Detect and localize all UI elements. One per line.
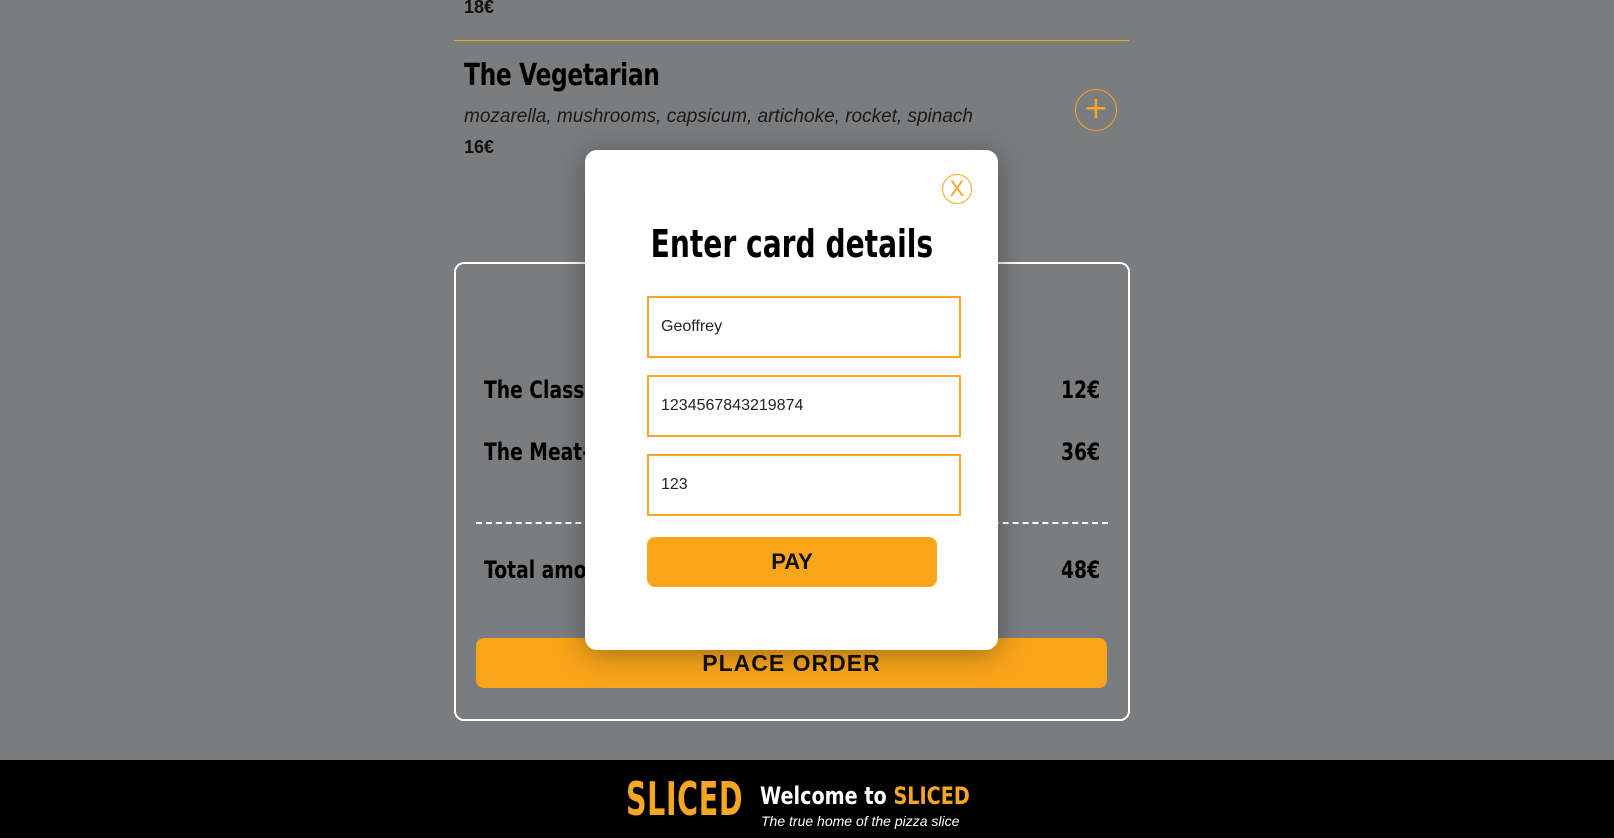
card-details-modal: X Enter card details PAY: [585, 150, 998, 650]
footer-welcome: Welcome to SLICED: [760, 782, 1022, 810]
add-to-order-button[interactable]: +: [1075, 89, 1117, 131]
pay-button[interactable]: PAY: [647, 537, 937, 587]
menu-divider: [454, 40, 1129, 41]
order-total-value: 48€: [1060, 556, 1100, 584]
card-number-input[interactable]: [647, 375, 961, 437]
footer: SLICED Welcome to SLICED The true home o…: [0, 760, 1614, 838]
page: 18€ The Vegetarian mozarella, mushrooms,…: [0, 0, 1614, 838]
plus-icon: +: [1083, 91, 1109, 126]
modal-title: Enter card details: [650, 222, 933, 266]
order-row-price: 36€: [1060, 438, 1100, 466]
previous-item-price: 18€: [464, 0, 495, 17]
menu-item-price: 16€: [464, 137, 495, 157]
order-total-label: Total amou: [484, 556, 600, 584]
cardholder-name-input[interactable]: [647, 296, 961, 358]
cvv-input[interactable]: [647, 454, 961, 516]
menu-item-description: mozarella, mushrooms, capsicum, artichok…: [464, 106, 973, 127]
welcome-prefix: Welcome to: [760, 782, 894, 810]
close-icon: X: [949, 176, 965, 201]
menu-item-name: The Vegetarian: [464, 58, 660, 93]
order-row-price: 12€: [1060, 376, 1100, 404]
close-modal-button[interactable]: X: [942, 174, 972, 204]
welcome-brand: SLICED: [893, 782, 970, 810]
footer-tagline: The true home of the pizza slice: [761, 813, 960, 829]
